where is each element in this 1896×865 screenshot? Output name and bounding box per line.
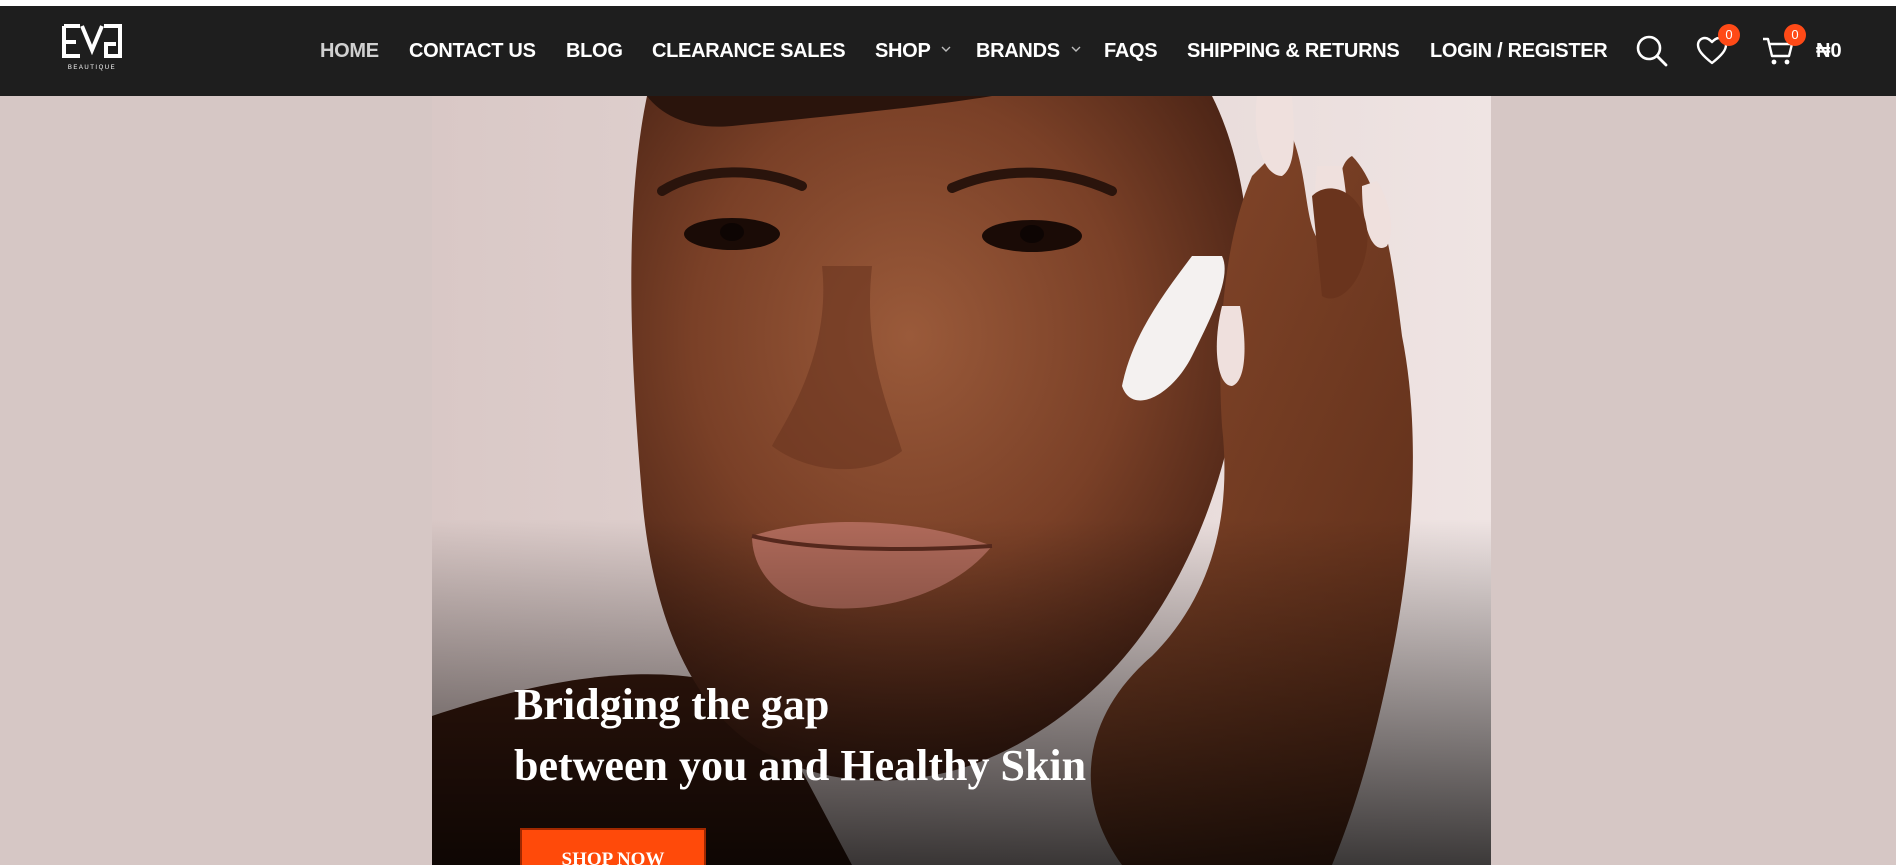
shop-now-button[interactable]: SHOP NOW [520,828,706,865]
nav-clearance-sales[interactable]: CLEARANCE SALES [652,6,846,96]
main-nav: HOME CONTACT US BLOG CLEARANCE SALES SHO… [0,6,1896,96]
nav-login-register-label: LOGIN / REGISTER [1430,40,1608,62]
nav-shop[interactable]: SHOP [875,6,951,96]
cart-count-badge: 0 [1784,24,1806,46]
search-button[interactable] [1632,6,1672,96]
nav-faqs[interactable]: FAQS [1104,6,1158,96]
nav-login-register[interactable]: LOGIN / REGISTER [1430,6,1608,96]
cart-total[interactable]: ₦0 [1816,6,1842,96]
nav-faqs-label: FAQS [1104,40,1158,62]
hero-title-line1: Bridging the gap [514,680,830,729]
cart-button[interactable] [1758,6,1798,96]
nav-home[interactable]: HOME [320,6,379,96]
nav-shipping-returns-label: SHIPPING & RETURNS [1187,40,1400,62]
nav-blog[interactable]: BLOG [566,6,623,96]
hero-title: Bridging the gap between you and Healthy… [514,674,1086,796]
wishlist-count-badge: 0 [1718,24,1740,46]
wishlist-button[interactable] [1692,6,1732,96]
chevron-down-icon [941,46,951,52]
nav-clearance-sales-label: CLEARANCE SALES [652,40,846,62]
nav-shop-label: SHOP [875,40,931,62]
nav-blog-label: BLOG [566,40,623,62]
nav-brands-label: BRANDS [976,40,1060,62]
nav-home-label: HOME [320,40,379,62]
chevron-down-icon [1071,46,1081,52]
nav-contact-us-label: CONTACT US [409,40,536,62]
nav-shipping-returns[interactable]: SHIPPING & RETURNS [1187,6,1400,96]
search-icon [1636,35,1668,67]
hero-banner: Bridging the gap between you and Healthy… [432,96,1491,865]
nav-brands[interactable]: BRANDS [976,6,1081,96]
hero-title-line2: between you and Healthy Skin [514,741,1087,790]
nav-contact-us[interactable]: CONTACT US [409,6,536,96]
